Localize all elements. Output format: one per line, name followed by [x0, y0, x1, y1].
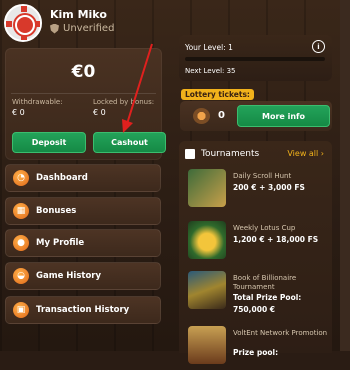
- tournament-prize-value: 750,000 €: [233, 305, 275, 314]
- more-info-button[interactable]: More info: [237, 105, 330, 127]
- tournaments-panel: Tournaments View all › Daily Scroll Hunt…: [179, 141, 332, 364]
- menu-item-my-profile[interactable]: ● My Profile: [5, 229, 161, 257]
- dashboard-icon: ◔: [13, 170, 29, 186]
- view-all-link[interactable]: View all ›: [287, 149, 324, 158]
- menu-item-label: My Profile: [36, 238, 85, 248]
- user-name: Kim Miko: [50, 8, 107, 21]
- cashout-button[interactable]: Cashout: [93, 132, 166, 153]
- transaction-history-icon: ▣: [13, 302, 29, 318]
- chevron-right-icon: ›: [320, 149, 324, 158]
- tournament-thumbnail: [188, 271, 226, 309]
- tournament-prize: 1,200 € + 18,000 FS: [233, 235, 319, 244]
- tournament-card[interactable]: Daily Scroll Hunt 200 € + 3,000 FS: [188, 169, 331, 213]
- shield-icon: [50, 23, 59, 34]
- tournament-thumbnail: [188, 221, 226, 259]
- next-level: Next Level: 35: [185, 67, 236, 75]
- tournament-name: Book of Billionaire Tournament: [233, 274, 297, 291]
- avatar-segment: [6, 21, 12, 27]
- tournament-thumbnail: [188, 326, 226, 364]
- right-edge-panel: [340, 0, 350, 351]
- lottery-label: Lottery tickets:: [181, 89, 254, 100]
- info-icon[interactable]: i: [312, 40, 325, 53]
- tournament-card[interactable]: Book of Billionaire Tournament Total Pri…: [188, 271, 331, 321]
- withdrawable-value: € 0: [12, 108, 25, 117]
- menu-item-label: Game History: [36, 271, 102, 281]
- ticket-count: 0: [218, 110, 225, 121]
- profile-icon: ●: [13, 235, 29, 251]
- tournament-name: Daily Scroll Hunt: [233, 172, 292, 180]
- verification-status: Unverified: [50, 23, 114, 34]
- locked-value: € 0: [93, 108, 106, 117]
- level-progress-bar: [185, 57, 325, 61]
- menu-item-transaction-history[interactable]: ▣ Transaction History: [5, 296, 161, 324]
- menu-item-bonuses[interactable]: ▦ Bonuses: [5, 197, 161, 225]
- tournament-thumbnail: [188, 169, 226, 207]
- divider: [11, 93, 156, 94]
- poker-chip-icon: [15, 15, 35, 35]
- lottery-panel: 0 More info: [180, 101, 332, 131]
- menu-item-dashboard[interactable]: ◔ Dashboard: [5, 164, 161, 192]
- menu-item-label: Dashboard: [36, 173, 88, 183]
- tournament-prize: Prize pool:: [233, 348, 279, 357]
- ticket-icon: [193, 108, 210, 124]
- withdrawable-label: Withdrawable:: [12, 98, 63, 106]
- tournament-name: Weekly Lotus Cup: [233, 224, 296, 232]
- menu-item-label: Transaction History: [36, 305, 130, 315]
- gift-icon: [185, 149, 195, 159]
- balance-panel: €0 Withdrawable: Locked by bonus: € 0 € …: [5, 48, 166, 160]
- level-panel: Your Level: 1 i Next Level: 35: [179, 35, 332, 81]
- tournament-name: VoltEnt Network Promotion: [233, 329, 328, 337]
- tournament-prize: 200 € + 3,000 FS: [233, 183, 305, 192]
- current-level: Your Level: 1: [185, 43, 233, 52]
- tournaments-header: Tournaments: [185, 149, 259, 159]
- tournament-prize: Total Prize Pool:: [233, 293, 302, 302]
- balance-amount: €0: [71, 62, 96, 82]
- tournaments-title: Tournaments: [201, 149, 260, 159]
- tournament-card[interactable]: VoltEnt Network Promotion Prize pool:: [188, 326, 331, 370]
- avatar-segment: [21, 6, 27, 12]
- verification-status-text: Unverified: [63, 23, 115, 34]
- tournament-card[interactable]: Weekly Lotus Cup 1,200 € + 18,000 FS: [188, 221, 331, 265]
- menu-item-label: Bonuses: [36, 206, 77, 216]
- avatar[interactable]: [4, 4, 42, 42]
- menu-item-game-history[interactable]: ◒ Game History: [5, 262, 161, 290]
- gift-icon: ▦: [13, 203, 29, 219]
- game-history-icon: ◒: [13, 268, 29, 284]
- locked-label: Locked by bonus:: [93, 98, 155, 106]
- view-all-label: View all: [287, 149, 319, 158]
- deposit-button[interactable]: Deposit: [12, 132, 86, 153]
